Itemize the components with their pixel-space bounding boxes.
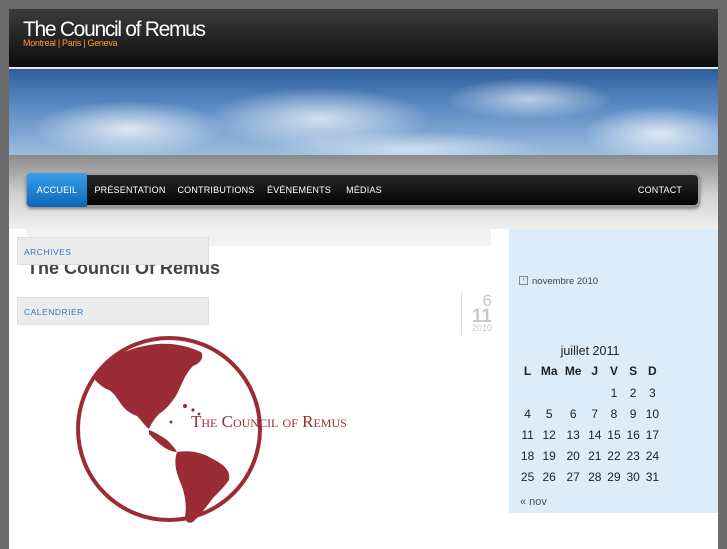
calendar-day: 21 <box>588 448 602 463</box>
calendar-day: 3 <box>649 385 656 400</box>
weekday-me: Me <box>564 364 582 378</box>
calendar-day: 8 <box>610 406 618 421</box>
post-date: 6 11 2010 <box>461 292 492 334</box>
archive-link-november-2010[interactable]: › novembre 2010 <box>519 275 599 287</box>
calendar-day <box>561 382 585 403</box>
logo-text: The Council of Remus <box>191 412 347 431</box>
calendar-day: 6 <box>569 406 577 421</box>
site-header: The Council of Remus Montreal | Paris | … <box>9 9 718 67</box>
calendar-day <box>537 382 561 403</box>
calendar-day: 22 <box>607 448 621 463</box>
calendar-day: 31 <box>645 469 660 484</box>
calendar: juillet 2011 L Ma Me J V S D 1 2 3 4 5 6… <box>518 342 662 487</box>
calendar-day <box>585 382 604 403</box>
calendar-day: 30 <box>626 469 640 484</box>
calendar-week: 25 26 27 28 29 30 31 <box>518 466 662 487</box>
arrow-icon: › <box>519 275 528 285</box>
calendar-day: 7 <box>591 406 599 421</box>
calendar-day: 13 <box>566 427 580 442</box>
nav-item-accueil[interactable]: ACCUEIL <box>27 173 87 207</box>
widget-title-calendar: CALENDRIER <box>17 297 209 325</box>
weekday-s: S <box>629 364 638 378</box>
post-date-year: 2010 <box>471 323 492 333</box>
nav-item-presentation[interactable]: PRÉSENTATION <box>88 173 172 207</box>
sky-banner <box>9 69 718 155</box>
calendar-day: 27 <box>566 469 580 484</box>
logo-central-america <box>149 430 177 452</box>
calendar-day: 5 <box>545 406 553 421</box>
nav-item-contact[interactable]: CONTACT <box>628 173 692 207</box>
nav-item-contributions[interactable]: CONTRIBUTIONS <box>173 173 259 207</box>
calendar-caption: juillet 2011 <box>560 344 620 358</box>
calendar-day: 25 <box>520 469 535 484</box>
nav-band: ACCUEIL PRÉSENTATION CONTRIBUTIONS ÉVÉNE… <box>9 155 718 229</box>
calendar-day: 12 <box>542 427 556 442</box>
weekday-v: V <box>609 364 618 378</box>
calendar-week: 18 19 20 21 22 23 24 <box>518 445 662 466</box>
nav-item-evenements[interactable]: ÉVÉNEMENTS <box>260 173 338 207</box>
calendar-day: 28 <box>588 469 602 484</box>
calendar-day: 4 <box>524 406 531 421</box>
calendar-day: 19 <box>542 448 556 463</box>
archive-link-label: novembre 2010 <box>532 276 599 287</box>
weekday-j: J <box>591 364 599 378</box>
nav-item-medias[interactable]: MÉDIAS <box>339 173 389 207</box>
calendar-day: 18 <box>520 448 535 463</box>
calendar-day: 17 <box>645 427 660 442</box>
calendar-day: 14 <box>588 427 602 442</box>
calendar-day <box>518 382 537 403</box>
calendar-day: 10 <box>645 406 660 421</box>
council-of-remus-logo: The Council of Remus <box>76 336 347 523</box>
calendar-day: 24 <box>645 448 660 463</box>
widget-title-archives: ARCHIVES <box>17 237 209 265</box>
calendar-day: 29 <box>607 469 621 484</box>
calendar-day: 9 <box>629 406 637 421</box>
weekday-d: D <box>648 364 657 378</box>
site-tagline: Montreal | Paris | Geneva <box>23 38 118 48</box>
calendar-day: 20 <box>566 448 580 463</box>
page-frame: The Council of Remus Montreal | Paris | … <box>9 9 718 549</box>
calendar-table: L Ma Me J V S D 1 2 3 4 5 6 7 8 9 10 11 … <box>518 360 662 487</box>
weekday-l: L <box>523 364 532 378</box>
calendar-day: 15 <box>607 427 621 442</box>
calendar-week: 1 2 3 <box>518 382 662 403</box>
calendar-day: 11 <box>521 427 534 442</box>
calendar-day: 1 <box>610 385 618 400</box>
calendar-week: 4 5 6 7 8 9 10 <box>518 403 662 424</box>
calendar-week: 11 12 13 14 15 16 17 <box>518 424 662 445</box>
calendar-day: 23 <box>626 448 640 463</box>
weekday-ma: Ma <box>540 364 558 378</box>
calendar-day: 26 <box>542 469 556 484</box>
main-nav: ACCUEIL PRÉSENTATION CONTRIBUTIONS ÉVÉNE… <box>26 173 700 207</box>
calendar-weekdays-row: L Ma Me J V S D <box>518 360 662 382</box>
calendar-day: 16 <box>626 427 640 442</box>
calendar-prev-link[interactable]: « nov <box>520 496 547 508</box>
calendar-day: 2 <box>629 385 637 400</box>
